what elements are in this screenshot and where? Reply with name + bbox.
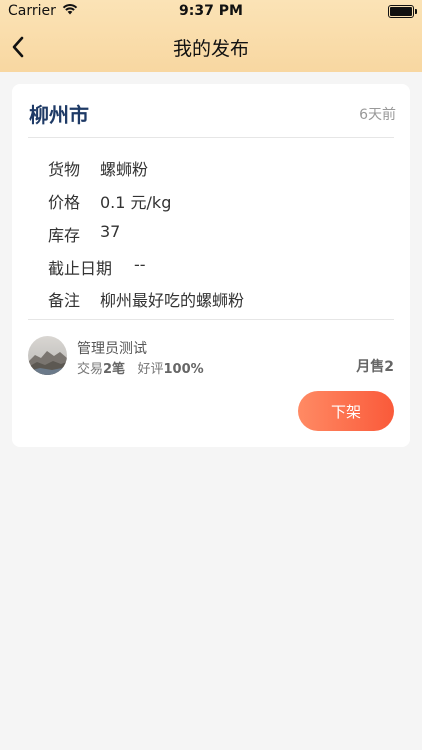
trade-label: 交易	[77, 362, 104, 377]
detail-row-price: 价格 0.1 元/kg	[48, 189, 171, 213]
detail-row-note: 备注 柳州最好吃的螺蛳粉	[48, 287, 244, 311]
detail-row-goods: 货物 螺蛳粉	[48, 156, 148, 180]
divider	[28, 137, 394, 138]
monthly-sales: 月售2	[356, 359, 394, 375]
listing-city: 柳州市	[29, 103, 89, 127]
seller-stats: 交易2笔 好评100%	[77, 358, 204, 377]
rating-value: 100%	[163, 362, 204, 377]
header: Carrier 9:37 PM 我的发布	[0, 0, 422, 72]
seller-avatar[interactable]	[28, 336, 67, 375]
detail-label: 备注	[48, 291, 81, 310]
battery-icon	[388, 5, 417, 18]
rating-label: 好评	[137, 362, 164, 377]
detail-row-stock: 库存 37	[48, 222, 120, 246]
status-bar: Carrier 9:37 PM	[0, 0, 422, 24]
detail-label: 价格	[48, 193, 81, 212]
page-title: 我的发布	[172, 38, 249, 60]
detail-value: --	[134, 255, 146, 274]
clock: 9:37 PM	[179, 3, 243, 19]
detail-value: 螺蛳粉	[100, 160, 149, 179]
detail-label: 截止日期	[48, 259, 113, 278]
divider	[28, 319, 394, 320]
nav-bar: 我的发布	[0, 24, 422, 70]
detail-value: 柳州最好吃的螺蛳粉	[100, 291, 245, 310]
detail-value: 37	[100, 222, 121, 241]
posted-time: 6天前	[359, 107, 396, 123]
trade-count: 2笔	[103, 362, 126, 377]
seller-name: 管理员测试	[77, 341, 147, 357]
detail-label: 库存	[48, 226, 81, 245]
listing-card[interactable]: 柳州市 6天前 货物 螺蛳粉 价格 0.1 元/kg 库存 37 截止日期 --…	[12, 84, 410, 447]
detail-row-deadline: 截止日期 --	[48, 255, 146, 279]
delist-button[interactable]: 下架	[298, 391, 394, 431]
detail-value: 0.1 元/kg	[100, 193, 172, 212]
detail-label: 货物	[48, 160, 81, 179]
